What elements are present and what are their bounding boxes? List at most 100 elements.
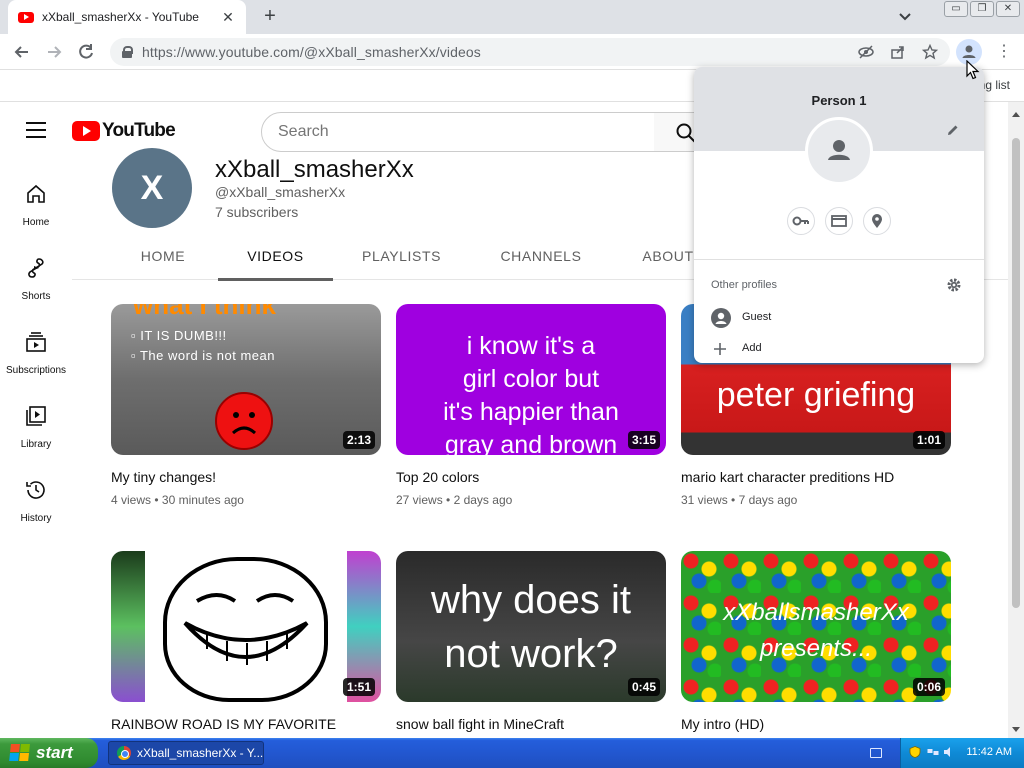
browser-tabstrip: xXball_smasherXx - YouTube ✕ + ▭ ❐ ✕: [0, 0, 1024, 34]
scroll-down-arrow-icon[interactable]: [1012, 727, 1020, 732]
address-bar[interactable]: https://www.youtube.com/@xXball_smasherX…: [110, 38, 950, 66]
popup-divider: [694, 259, 984, 260]
mouse-cursor-icon: [966, 60, 980, 80]
video-thumbnail[interactable]: what I think ▫ IT IS DUMB!!! ▫ The word …: [111, 304, 381, 455]
sad-face-icon: [215, 392, 273, 450]
thumbnail-text: girl color but: [462, 365, 600, 393]
plus-icon: [714, 343, 726, 355]
troll-face-icon: [163, 557, 328, 702]
tab-home[interactable]: HOME: [140, 238, 186, 280]
network-icon[interactable]: [927, 746, 939, 758]
screen: xXball_smasherXx - YouTube ✕ + ▭ ❐ ✕ htt…: [0, 0, 1024, 768]
payment-methods-button[interactable]: [825, 207, 853, 235]
guide-label: Home: [22, 217, 50, 228]
tab-about[interactable]: ABOUT: [640, 238, 696, 280]
video-card[interactable]: what I think ▫ IT IS DUMB!!! ▫ The word …: [111, 304, 381, 507]
system-tray: 11:42 AM: [900, 738, 1024, 768]
video-thumbnail[interactable]: 1:51: [111, 551, 381, 702]
restore-button[interactable]: ❐: [970, 1, 994, 17]
other-profiles-label: Other profiles: [711, 279, 778, 291]
video-title[interactable]: Top 20 colors: [396, 469, 666, 485]
minimize-button[interactable]: ▭: [944, 1, 968, 17]
video-card[interactable]: xXballsmasherXx presents... 0:06 My intr…: [681, 551, 951, 732]
guide-sidebar: Home Shorts Subscriptions Library Histor…: [0, 158, 72, 738]
close-window-button[interactable]: ✕: [996, 1, 1020, 17]
video-title[interactable]: snow ball fight in MineCraft: [396, 716, 666, 732]
gear-icon[interactable]: [946, 277, 962, 293]
passwords-button[interactable]: [787, 207, 815, 235]
guide-item-shorts[interactable]: Shorts: [0, 240, 72, 310]
browser-toolbar: https://www.youtube.com/@xXball_smasherX…: [0, 34, 1024, 70]
channel-name: xXball_smasherXx: [215, 156, 414, 183]
page-scrollbar[interactable]: [1008, 102, 1024, 738]
new-tab-button[interactable]: +: [260, 5, 280, 27]
eye-slash-icon[interactable]: [858, 44, 874, 60]
video-title[interactable]: My intro (HD): [681, 716, 951, 732]
windows-logo-icon: [9, 744, 31, 762]
thumbnail-text: what I think: [133, 304, 276, 320]
security-shield-icon[interactable]: [909, 746, 921, 758]
chrome-menu-icon[interactable]: ⋮: [996, 42, 1012, 62]
video-title[interactable]: RAINBOW ROAD IS MY FAVORITE: [111, 716, 381, 732]
profile-row-add[interactable]: Add: [694, 335, 984, 363]
volume-icon[interactable]: [943, 746, 955, 758]
youtube-favicon-icon: [18, 11, 34, 23]
start-label: start: [36, 743, 73, 762]
meta-separator: •: [731, 493, 736, 507]
youtube-play-icon: [72, 121, 100, 141]
taskbar-clock[interactable]: 11:42 AM: [966, 746, 1012, 758]
addresses-button[interactable]: [863, 207, 891, 235]
video-title[interactable]: mario kart character preditions HD: [681, 469, 951, 485]
location-pin-icon: [872, 214, 882, 228]
scroll-up-arrow-icon[interactable]: [1012, 112, 1020, 117]
taskbar-item-label: xXball_smasherXx - Y...: [136, 746, 263, 760]
guide-item-history[interactable]: History: [0, 462, 72, 532]
guest-avatar-icon: [711, 308, 731, 328]
windows-taskbar: start xXball_smasherXx - Y... 11:42 AM: [0, 738, 1024, 768]
guide-label: Library: [20, 439, 52, 450]
tab-playlists[interactable]: PLAYLISTS: [362, 238, 440, 280]
guide-menu-icon[interactable]: [26, 122, 46, 138]
profile-row-guest[interactable]: Guest: [694, 304, 984, 332]
taskbar-item-chrome[interactable]: xXball_smasherXx - Y...: [108, 741, 264, 765]
youtube-logo-text: YouTube: [102, 120, 176, 141]
back-arrow-icon[interactable]: [12, 42, 32, 62]
lock-icon[interactable]: [122, 46, 133, 58]
youtube-logo[interactable]: YouTube: [72, 120, 176, 142]
video-title[interactable]: My tiny changes!: [111, 469, 381, 485]
profile-menu-popup: Person 1 Other profiles Guest Add: [694, 67, 984, 363]
tab-close-icon[interactable]: ✕: [220, 9, 236, 26]
channel-handle: @xXball_smasherXx: [215, 184, 346, 200]
scrollbar-thumb[interactable]: [1012, 138, 1020, 608]
subscriber-count: 7 subscribers: [215, 204, 299, 220]
tab-videos[interactable]: VIDEOS: [218, 238, 333, 281]
search-input[interactable]: Search: [261, 112, 655, 152]
reload-icon[interactable]: [76, 42, 96, 62]
forward-arrow-icon[interactable]: [44, 42, 64, 62]
video-card[interactable]: 1:51 RAINBOW ROAD IS MY FAVORITE: [111, 551, 381, 732]
thumbnail-text: ▫ The word is not mean: [131, 348, 275, 363]
tab-search-chevron-icon[interactable]: [896, 8, 914, 26]
tab-channels[interactable]: CHANNELS: [500, 238, 582, 280]
thumbnail-caption: why does it not work?: [396, 573, 666, 681]
video-thumbnail[interactable]: why does it not work? 0:45: [396, 551, 666, 702]
guide-item-library[interactable]: Library: [0, 388, 72, 458]
guide-item-home[interactable]: Home: [0, 166, 72, 236]
video-card[interactable]: why does it not work? 0:45 snow ball fig…: [396, 551, 666, 732]
video-card[interactable]: i know it's a girl color but it's happie…: [396, 304, 666, 507]
browser-tab[interactable]: xXball_smasherXx - YouTube ✕: [8, 0, 246, 34]
start-button[interactable]: start: [0, 738, 98, 768]
pencil-icon[interactable]: [946, 123, 960, 137]
view-count: 27 views: [396, 493, 443, 507]
channel-avatar[interactable]: X: [112, 148, 192, 228]
thumbnail-text: xXballsmasherXx: [723, 599, 909, 626]
bookmark-star-icon[interactable]: [922, 44, 938, 60]
keyboard-icon[interactable]: [870, 748, 882, 758]
upload-age: 2 days ago: [453, 493, 513, 507]
guide-item-subscriptions[interactable]: Subscriptions: [0, 314, 72, 384]
share-icon[interactable]: [890, 44, 906, 60]
key-icon: [792, 216, 809, 226]
video-thumbnail[interactable]: i know it's a girl color but it's happie…: [396, 304, 666, 455]
shorts-icon: [28, 258, 44, 278]
video-thumbnail[interactable]: xXballsmasherXx presents... 0:06: [681, 551, 951, 702]
